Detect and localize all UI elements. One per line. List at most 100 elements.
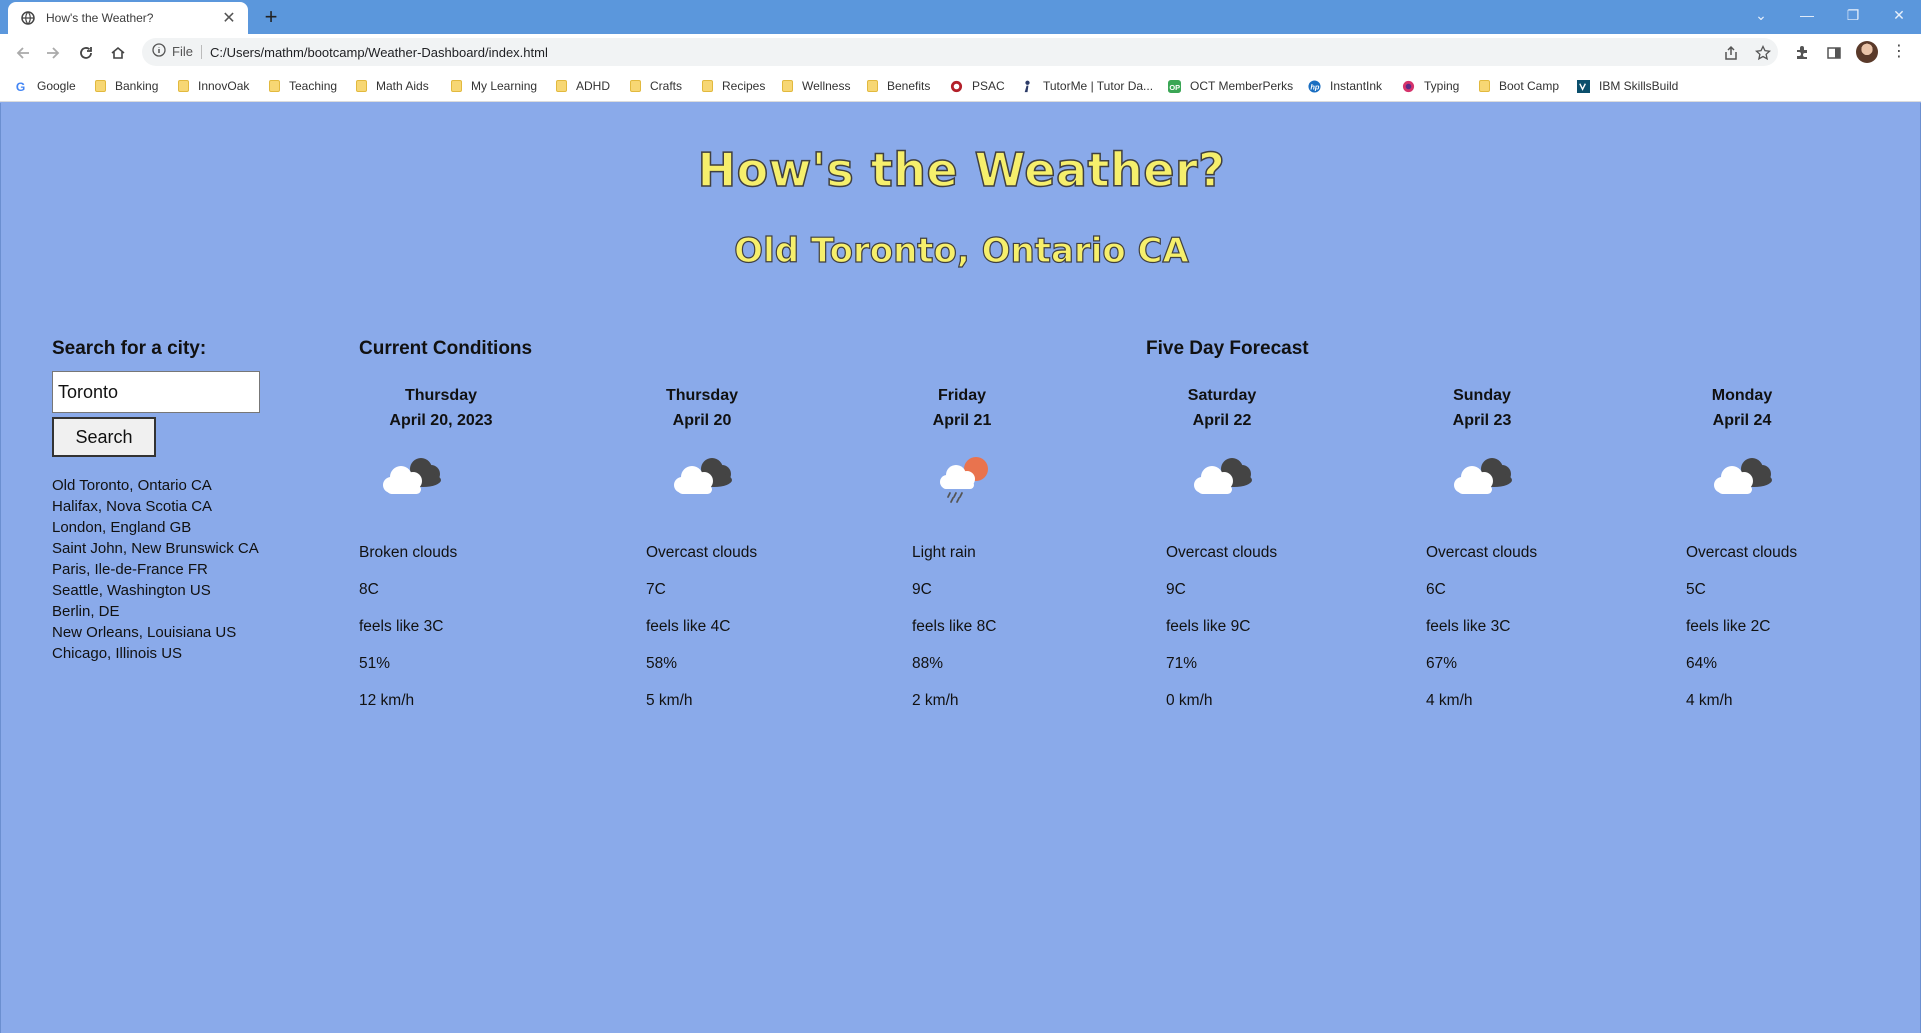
bookmark-star-icon[interactable] xyxy=(1752,42,1774,64)
close-window-button[interactable]: ✕ xyxy=(1876,0,1921,30)
bookmark-typing[interactable]: Typing xyxy=(1402,77,1459,95)
history-item[interactable]: Seattle, Washington US xyxy=(52,580,259,601)
folder-icon xyxy=(269,80,280,92)
feels-like: feels like 3C xyxy=(359,618,444,635)
globe-icon xyxy=(20,10,36,26)
bookmark-label: PSAC xyxy=(972,79,1005,93)
page: How's the Weather? Old Toronto, Ontario … xyxy=(0,103,1921,1033)
bookmark-boot-camp[interactable]: Boot Camp xyxy=(1479,77,1559,95)
bookmark-instantink[interactable]: hp InstantInk xyxy=(1308,77,1382,95)
bookmark-oct-memberperks[interactable]: OP OCT MemberPerks xyxy=(1168,77,1293,95)
reload-icon[interactable] xyxy=(73,40,99,66)
restore-button[interactable]: ❐ xyxy=(1830,0,1876,30)
temperature: 9C xyxy=(1166,581,1186,598)
light-rain-icon xyxy=(940,457,988,503)
tutorme-icon xyxy=(1024,80,1030,92)
hp-icon: hp xyxy=(1308,79,1321,93)
search-button[interactable]: Search xyxy=(52,417,156,457)
weather-description: Broken clouds xyxy=(359,544,458,561)
history-item[interactable]: Paris, Ile-de-France FR xyxy=(52,559,259,580)
close-tab-icon[interactable]: ✕ xyxy=(220,8,238,28)
extensions-icon[interactable] xyxy=(1791,42,1813,64)
svg-text:G: G xyxy=(16,80,25,93)
bookmark-banking[interactable]: Banking xyxy=(95,77,158,95)
menu-kebab-icon[interactable]: ⋮ xyxy=(1891,40,1907,64)
bookmark-innovoak[interactable]: InnovOak xyxy=(178,77,249,95)
bookmark-wellness[interactable]: Wellness xyxy=(782,77,850,95)
folder-icon xyxy=(95,80,106,92)
wind-speed: 5 km/h xyxy=(646,692,693,709)
overcast-clouds-icon xyxy=(1714,458,1772,494)
bookmark-adhd[interactable]: ADHD xyxy=(556,77,610,95)
minimize-button[interactable]: — xyxy=(1784,0,1830,30)
address-bar[interactable]: File C:/Users/mathm/bootcamp/Weather-Das… xyxy=(142,38,1778,66)
tab-search-icon[interactable]: ⌄ xyxy=(1738,0,1784,30)
url-text[interactable]: C:/Users/mathm/bootcamp/Weather-Dashboar… xyxy=(210,45,548,60)
history-item[interactable]: Chicago, Illinois US xyxy=(52,643,259,664)
bookmark-tutorme[interactable]: TutorMe | Tutor Da... xyxy=(1021,77,1153,95)
bookmarks-bar: G Google Banking InnovOak Teaching Math … xyxy=(0,70,1921,102)
bookmark-benefits[interactable]: Benefits xyxy=(867,77,930,95)
temperature: 7C xyxy=(646,581,666,598)
bookmark-label: My Learning xyxy=(471,79,538,93)
bookmark-math-aids[interactable]: Math Aids xyxy=(356,77,429,95)
temperature: 8C xyxy=(359,581,379,598)
bookmark-google[interactable]: G Google xyxy=(15,77,76,95)
bookmark-label: Boot Camp xyxy=(1499,79,1560,93)
overcast-clouds-icon xyxy=(674,458,732,494)
bookmark-label: Wellness xyxy=(802,79,851,93)
new-tab-button[interactable]: + xyxy=(258,4,284,30)
history-item[interactable]: New Orleans, Louisiana US xyxy=(52,622,259,643)
broken-clouds-icon xyxy=(383,458,441,494)
card-day: Thursday xyxy=(404,387,477,404)
bookmark-crafts[interactable]: Crafts xyxy=(630,77,682,95)
home-icon[interactable] xyxy=(105,40,131,66)
share-icon[interactable] xyxy=(1720,42,1742,64)
browser-tab[interactable]: How's the Weather? ✕ xyxy=(8,2,248,34)
history-item[interactable]: Halifax, Nova Scotia CA xyxy=(52,496,259,517)
back-icon[interactable] xyxy=(10,40,36,66)
forward-icon[interactable] xyxy=(40,40,66,66)
weather-description: Overcast clouds xyxy=(1686,544,1798,561)
profile-avatar[interactable] xyxy=(1856,41,1878,63)
overcast-clouds-icon xyxy=(1194,458,1252,494)
selected-city: Old Toronto, Ontario CA xyxy=(734,230,1190,271)
info-icon[interactable] xyxy=(152,42,166,62)
bookmark-psac[interactable]: PSAC xyxy=(950,77,1005,95)
wind-speed: 4 km/h xyxy=(1686,692,1733,709)
bookmark-label: OCT MemberPerks xyxy=(1190,79,1294,93)
wind-speed: 4 km/h xyxy=(1426,692,1473,709)
card-date: April 21 xyxy=(932,412,992,429)
bookmark-label: Teaching xyxy=(289,79,338,93)
bookmark-label: ADHD xyxy=(576,79,611,93)
folder-icon xyxy=(356,80,367,92)
bookmark-teaching[interactable]: Teaching xyxy=(269,77,337,95)
folder-icon xyxy=(630,80,641,92)
city-search-input[interactable] xyxy=(52,371,260,413)
feels-like: feels like 3C xyxy=(1426,618,1511,635)
bookmark-label: Banking xyxy=(115,79,159,93)
bookmark-label: IBM SkillsBuild xyxy=(1599,79,1679,93)
bookmark-ibm-skillsbuild[interactable]: IBM SkillsBuild xyxy=(1577,77,1678,95)
browser-toolbar: File C:/Users/mathm/bootcamp/Weather-Das… xyxy=(0,34,1921,70)
humidity: 58% xyxy=(646,655,678,672)
overcast-clouds-icon xyxy=(1454,458,1512,494)
feels-like: feels like 8C xyxy=(912,618,997,635)
bookmark-label: Google xyxy=(37,79,76,93)
weather-description: Overcast clouds xyxy=(646,544,758,561)
history-item[interactable]: Berlin, DE xyxy=(52,601,259,622)
card-day: Saturday xyxy=(1187,387,1257,404)
bookmark-recipes[interactable]: Recipes xyxy=(702,77,765,95)
svg-text:hp: hp xyxy=(1310,82,1320,91)
card-day: Monday xyxy=(1711,387,1773,404)
history-item[interactable]: Old Toronto, Ontario CA xyxy=(52,475,259,496)
history-item[interactable]: London, England GB xyxy=(52,517,259,538)
card-day: Sunday xyxy=(1453,387,1511,404)
bookmark-my-learning[interactable]: My Learning xyxy=(451,77,537,95)
side-panel-icon[interactable] xyxy=(1823,42,1845,64)
weather-description: Overcast clouds xyxy=(1166,544,1278,561)
history-item[interactable]: Saint John, New Brunswick CA xyxy=(52,538,259,559)
folder-icon xyxy=(702,80,713,92)
folder-icon xyxy=(782,80,793,92)
folder-icon xyxy=(178,80,189,92)
